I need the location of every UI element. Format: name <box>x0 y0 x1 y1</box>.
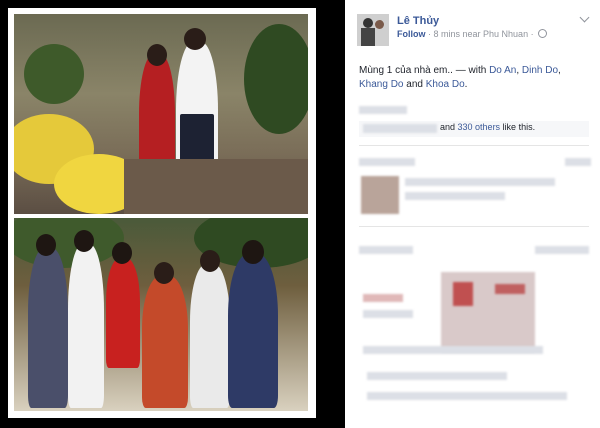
chevron-down-icon[interactable] <box>579 12 590 23</box>
author-name[interactable]: Lê Thủy <box>397 15 439 27</box>
photo-panel <box>0 0 345 428</box>
blurred-attachment-detail <box>495 284 525 294</box>
blurred-comment-meta <box>535 246 589 254</box>
blurred-action <box>359 106 407 114</box>
likes-count-link[interactable]: 330 others <box>458 122 501 132</box>
blurred-text-line <box>367 392 567 400</box>
blurred-comment-line <box>405 178 555 186</box>
photo-bottom[interactable] <box>14 218 308 411</box>
tag-and: and <box>403 79 426 90</box>
blurred-comment-meta <box>565 158 591 166</box>
post-sidebar: Lê Thủy Follow · 8 mins near Phu Nhuan ·… <box>345 0 600 428</box>
blurred-comment-line <box>405 192 505 200</box>
avatar[interactable] <box>357 14 389 46</box>
tag-khoa-do[interactable]: Khoa Do <box>426 79 465 90</box>
post-meta: Follow · 8 mins near Phu Nhuan · <box>397 29 548 39</box>
blurred-attachment-line <box>363 310 413 318</box>
divider <box>359 226 589 227</box>
blurred-text-line <box>363 346 543 354</box>
likes-prefix: and <box>440 122 458 132</box>
blurred-attachment-detail <box>453 282 473 306</box>
tag-separator: , <box>558 65 561 76</box>
blurred-comment-avatar <box>361 176 399 214</box>
photo-frame <box>8 8 316 418</box>
blurred-attachment-title <box>363 294 403 302</box>
status-message: Mùng 1 của nhà em.. — with <box>359 65 490 76</box>
likes-text: and 330 others like this. <box>440 122 535 132</box>
tag-khang-do[interactable]: Khang Do <box>359 79 403 90</box>
blurred-comment-header <box>359 158 415 166</box>
tag-dinh-do[interactable]: Dinh Do <box>522 65 558 76</box>
likes-suffix: like this. <box>500 122 536 132</box>
post-time: · 8 mins near Phu Nhuan · <box>428 29 534 39</box>
blurred-liker-names <box>363 124 437 133</box>
divider <box>359 145 589 146</box>
blurred-comment-header <box>359 246 413 254</box>
tag-do-an[interactable]: Do An <box>489 65 516 76</box>
status-text: Mùng 1 của nhà em.. — with Do An, Dinh D… <box>359 64 591 92</box>
blurred-text-line <box>367 372 507 380</box>
tag-end: . <box>464 79 468 90</box>
photo-top[interactable] <box>14 14 308 214</box>
globe-icon <box>538 29 548 38</box>
follow-link[interactable]: Follow <box>397 29 426 39</box>
